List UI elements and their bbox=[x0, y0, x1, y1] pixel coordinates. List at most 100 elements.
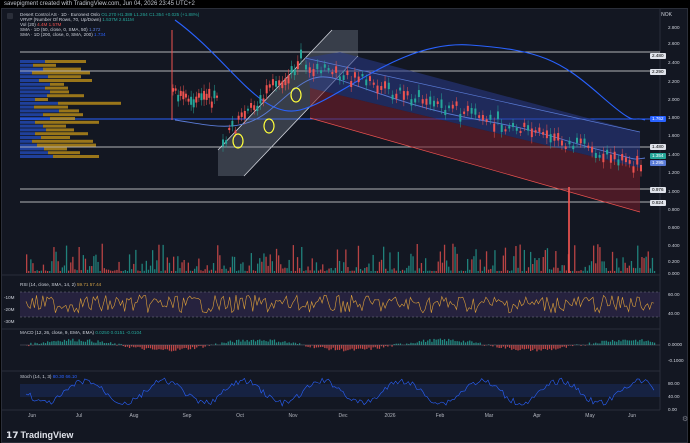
macd-bar bbox=[492, 345, 494, 347]
tradingview-brand[interactable]: 17 TradingView bbox=[6, 430, 73, 441]
macd-bar bbox=[431, 341, 433, 345]
legend-sma200[interactable]: SMA · 1D (200, close, 0, SMA, 200) 1.734 bbox=[20, 32, 106, 37]
macd-bar bbox=[57, 340, 59, 345]
volume-bar bbox=[194, 268, 196, 273]
macd-bar bbox=[540, 345, 542, 351]
volume-bar bbox=[147, 269, 150, 273]
volume-profile-bar bbox=[32, 139, 93, 143]
volume-bar bbox=[63, 265, 66, 273]
candle bbox=[259, 95, 262, 104]
volume-bar bbox=[467, 258, 469, 273]
hline-price-tag[interactable]: 1.480 bbox=[650, 144, 666, 150]
volume-bar bbox=[57, 261, 59, 273]
volume-profile-bar bbox=[50, 90, 69, 94]
macd-bar bbox=[471, 341, 473, 345]
hline-price-tag[interactable]: 0.824 bbox=[650, 200, 666, 206]
volume-bar bbox=[548, 269, 551, 273]
volume-profile-bar bbox=[44, 147, 67, 151]
volume-bar bbox=[406, 267, 408, 273]
volume-bar bbox=[131, 269, 133, 273]
volume-bar bbox=[149, 265, 152, 273]
rsi-legend[interactable]: RSI (14, close, SMA, 14, 2) 59.71 57.44 bbox=[20, 282, 101, 287]
macd-bar bbox=[152, 345, 154, 350]
volume-bar bbox=[65, 245, 68, 273]
volume-bar bbox=[614, 270, 616, 273]
gear-icon[interactable]: ⚙ bbox=[682, 415, 688, 423]
macd-bar bbox=[452, 339, 454, 345]
macd-bar bbox=[326, 345, 328, 349]
sma200-price-tag[interactable]: 1.762 bbox=[650, 116, 666, 122]
macd-bar bbox=[72, 338, 74, 345]
macd-bar bbox=[548, 345, 551, 349]
volume-bar bbox=[517, 267, 519, 273]
volume-bar bbox=[114, 270, 116, 273]
collapse-legend-button[interactable] bbox=[7, 13, 13, 19]
hline-price-tag[interactable]: 2.290 bbox=[650, 69, 666, 75]
volume-bar bbox=[112, 270, 114, 273]
macd-bar bbox=[177, 345, 179, 349]
hline-price-tag[interactable]: 0.976 bbox=[650, 187, 666, 193]
candle bbox=[534, 130, 537, 133]
volume-profile-bar bbox=[20, 101, 58, 105]
last-price-tag[interactable]: 1.354 bbox=[650, 153, 666, 159]
volume-bar bbox=[97, 261, 99, 273]
macd-bar bbox=[202, 345, 204, 348]
macd-bar bbox=[475, 342, 477, 345]
volume-bar bbox=[359, 268, 362, 273]
volume-bar bbox=[502, 255, 504, 273]
macd-bar bbox=[441, 339, 444, 345]
volume-bar bbox=[196, 266, 198, 273]
macd-bar bbox=[139, 345, 141, 348]
volume-bar bbox=[521, 270, 523, 273]
macd-bar bbox=[626, 340, 628, 345]
volume-bar bbox=[263, 253, 265, 273]
macd-bar bbox=[595, 342, 597, 345]
macd-bar bbox=[464, 342, 467, 345]
volume-bar bbox=[523, 249, 525, 273]
macd-bar bbox=[630, 340, 633, 345]
macd-bar bbox=[246, 339, 248, 345]
hline-price-tag[interactable]: 2.480 bbox=[650, 53, 666, 59]
volume-bar bbox=[244, 270, 246, 273]
volume-bar bbox=[68, 270, 70, 273]
volume-bar bbox=[565, 270, 567, 273]
macd-legend[interactable]: MACD (12, 26, close, 9, EMA, EMA) 0.0250… bbox=[20, 330, 142, 335]
macd-bar bbox=[126, 345, 129, 347]
volume-bar bbox=[330, 267, 332, 273]
volume-bar bbox=[303, 270, 305, 273]
volume-bar bbox=[158, 244, 160, 273]
volume-bar bbox=[628, 265, 630, 273]
volume-bar bbox=[530, 251, 532, 273]
volume-profile-left-tag: -10M bbox=[4, 295, 15, 300]
macd-bar bbox=[458, 341, 460, 345]
stoch-legend[interactable]: Stoch (14, 1, 3) 80.30 66.10 bbox=[20, 374, 77, 379]
macd-scale-label: -0.1000 bbox=[668, 358, 684, 363]
macd-bar bbox=[565, 345, 567, 348]
chart-canvas[interactable] bbox=[0, 0, 690, 443]
rsi-scale-label: 40.00 bbox=[668, 311, 680, 316]
macd-bar bbox=[137, 345, 139, 347]
macd-bar bbox=[215, 343, 217, 345]
volume-bar bbox=[221, 268, 223, 273]
volume-bar bbox=[261, 261, 263, 273]
candle bbox=[231, 120, 234, 127]
macd-bar bbox=[305, 345, 307, 347]
macd-bar bbox=[378, 345, 381, 349]
macd-bar bbox=[427, 340, 429, 345]
volume-bar bbox=[511, 270, 513, 273]
volume-bar bbox=[286, 268, 288, 273]
macd-bar bbox=[147, 345, 150, 348]
sma50-price-tag[interactable]: 1.295 bbox=[650, 160, 666, 166]
macd-bar bbox=[40, 343, 42, 345]
volume-bar bbox=[418, 268, 420, 273]
volume-bar bbox=[347, 267, 349, 273]
candle bbox=[387, 82, 390, 90]
volume-bar bbox=[481, 270, 483, 273]
volume-bar bbox=[47, 270, 49, 273]
volume-bar bbox=[490, 268, 492, 273]
volume-bar bbox=[385, 268, 387, 273]
volume-bar bbox=[651, 257, 654, 273]
candle bbox=[338, 76, 341, 81]
macd-bar bbox=[532, 345, 534, 351]
macd-bar bbox=[450, 340, 452, 345]
